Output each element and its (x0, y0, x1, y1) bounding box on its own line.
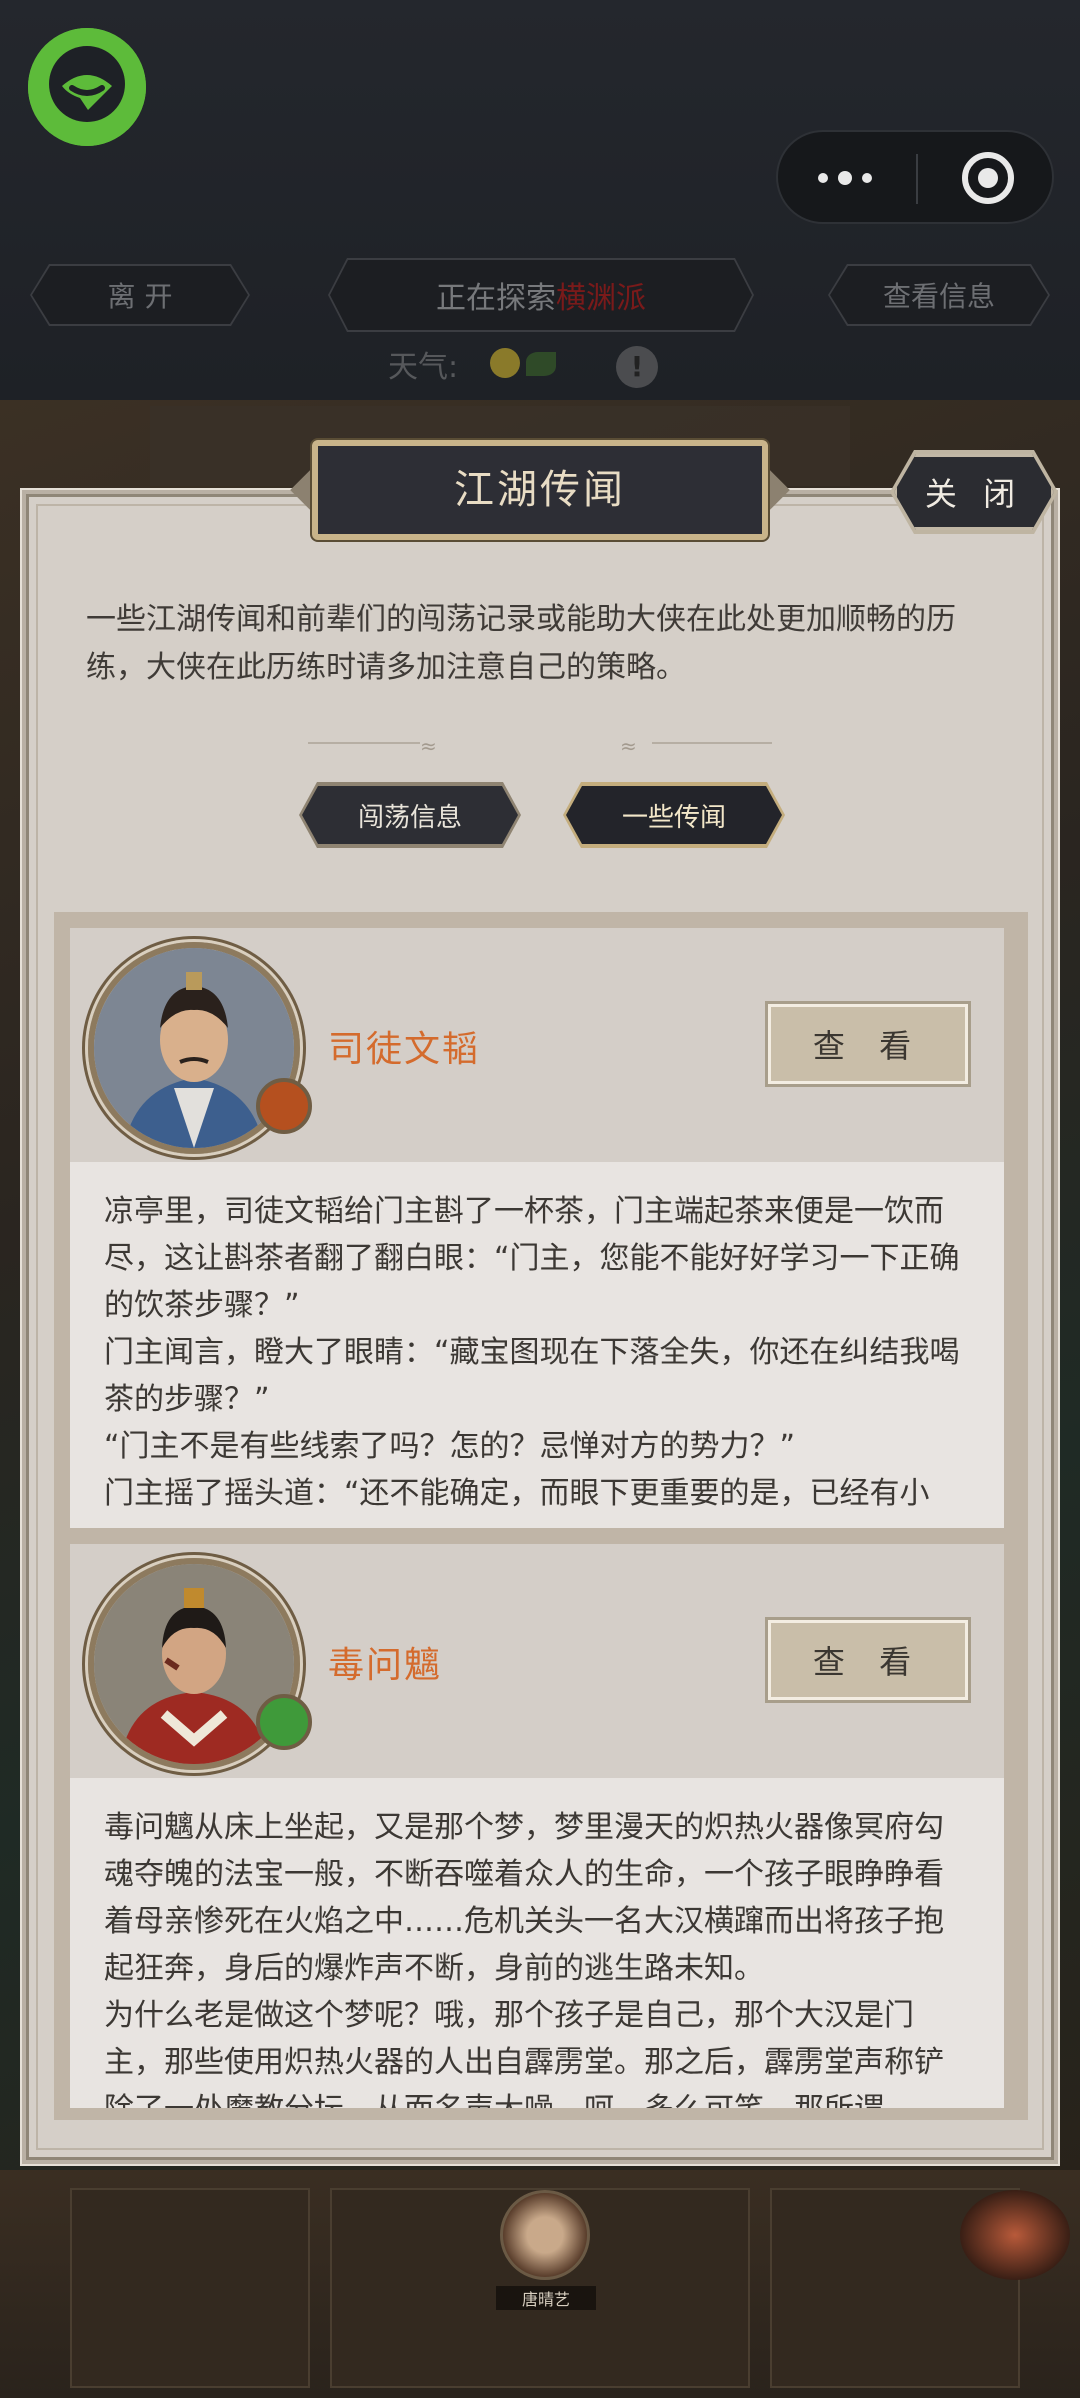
tab-rumors-label: 一些传闻 (621, 802, 726, 833)
view-rumor-button[interactable]: 查 看 (765, 1001, 971, 1087)
rumor-list[interactable]: 司徒文韬 查 看 凉亭里，司徒文韬给门主斟了一杯茶，门主端起茶来便是一饮而尽，这… (54, 912, 1028, 2120)
leaf-weather-icon (526, 352, 556, 376)
top-bar: 离 开 正在探索横渊派 查看信息 天气: ! (0, 0, 1080, 400)
panel-intro-text: 一些江湖传闻和前辈们的闯荡记录或能助大侠在此处更加顺畅的历练，大侠在此历练时请多… (86, 602, 956, 685)
divider-left (308, 742, 420, 744)
divider-ornament-right-icon: ≈ (620, 734, 637, 758)
exploring-banner: 正在探索横渊派 (330, 260, 752, 330)
character-name: 毒问魑 (328, 1645, 443, 1686)
more-options-icon[interactable] (778, 132, 916, 222)
rumor-text-box[interactable]: 凉亭里，司徒文韬给门主斟了一杯茶，门主端起茶来便是一饮而尽，这让斟茶者翻了翻白眼… (70, 1162, 1004, 1528)
scene-rock-decoration (960, 2190, 1070, 2280)
view-rumor-button[interactable]: 查 看 (765, 1617, 971, 1703)
view-rumor-label: 查 看 (812, 1643, 924, 1681)
rumor-card: 司徒文韬 查 看 凉亭里，司徒文韬给门主斟了一杯茶，门主端起茶来便是一饮而尽，这… (70, 928, 1004, 1528)
mini-program-capsule (776, 130, 1054, 224)
tab-adventure-info[interactable]: 闯荡信息 (302, 786, 518, 844)
panel-title-plaque: 江湖传闻 (312, 440, 768, 540)
rumor-text-box[interactable]: 毒问魑从床上坐起，又是那个梦，梦里漫天的炽热火器像冥府勾魂夺魄的法宝一般，不断吞… (70, 1778, 1004, 2108)
leave-button-label: 离 开 (107, 280, 173, 313)
character-name: 司徒文韬 (328, 1029, 481, 1070)
weather-label: 天气: (388, 350, 459, 385)
exploring-title: 正在探索横渊派 (436, 281, 646, 316)
app-logo-icon (28, 28, 146, 146)
close-miniprogram-icon[interactable] (918, 132, 1054, 222)
rumor-card-header: 毒问魑 查 看 (70, 1544, 1004, 1778)
divider-ornament-left-icon: ≈ (420, 734, 437, 758)
rumor-card-header: 司徒文韬 查 看 (70, 928, 1004, 1162)
view-rumor-label: 查 看 (812, 1027, 924, 1065)
warning-icon[interactable]: ! (616, 346, 658, 388)
tab-rumors[interactable]: 一些传闻 (566, 786, 782, 844)
view-info-button[interactable]: 查看信息 (830, 266, 1048, 324)
rumor-card: 毒问魑 查 看 毒问魑从床上坐起，又是那个梦，梦里漫天的炽热火器像冥府勾魂夺魄的… (70, 1544, 1004, 2120)
character-sect-badge-icon (256, 1078, 312, 1134)
close-button[interactable]: 关 闭 (894, 454, 1054, 530)
floor-tile (70, 2188, 310, 2388)
scene-character-avatar[interactable] (500, 2190, 590, 2280)
scene-character-name: 唐晴艺 (496, 2286, 596, 2310)
divider-right (652, 742, 772, 744)
panel-title: 江湖传闻 (454, 467, 626, 513)
rumor-text: 毒问魑从床上坐起，又是那个梦，梦里漫天的炽热火器像冥府勾魂夺魄的法宝一般，不断吞… (104, 1810, 944, 2108)
view-info-label: 查看信息 (882, 280, 995, 313)
character-sect-badge-icon (256, 1694, 312, 1750)
tab-adventure-info-label: 闯荡信息 (357, 802, 462, 833)
sun-weather-icon (490, 348, 520, 378)
close-button-label: 关 闭 (924, 475, 1024, 513)
leave-button[interactable]: 离 开 (32, 266, 248, 324)
rumor-text: 凉亭里，司徒文韬给门主斟了一杯茶，门主端起茶来便是一饮而尽，这让斟茶者翻了翻白眼… (104, 1194, 960, 1511)
